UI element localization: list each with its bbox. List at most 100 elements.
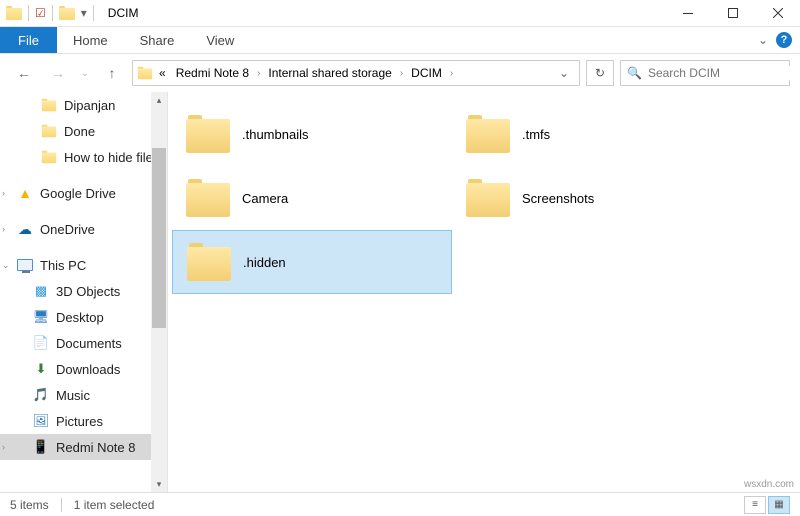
sidebar-item-done[interactable]: Done — [0, 118, 167, 144]
sidebar-item-label: How to hide files — [64, 150, 159, 165]
sidebar-item-label: Desktop — [56, 310, 104, 325]
navigation-pane[interactable]: Dipanjan Done How to hide files ›▲Google… — [0, 92, 168, 492]
breadcrumb[interactable]: Internal shared storage — [264, 66, 395, 80]
folder-icon — [187, 243, 231, 281]
folder-item-thumbnails[interactable]: .thumbnails — [172, 102, 452, 166]
tab-share[interactable]: Share — [124, 27, 191, 53]
separator — [61, 498, 62, 512]
breadcrumb-overflow[interactable]: « — [155, 66, 170, 80]
maximize-icon — [728, 8, 738, 18]
file-tab[interactable]: File — [0, 27, 57, 53]
status-bar: 5 items 1 item selected ≡ ▦ — [0, 492, 800, 516]
ribbon-right: ⌄ ? — [758, 27, 800, 53]
sidebar-item-label: OneDrive — [40, 222, 95, 237]
sidebar-item-documents[interactable]: 📄Documents — [0, 330, 167, 356]
items-view[interactable]: .thumbnails .tmfs Camera Screenshots .hi… — [168, 92, 800, 492]
chevron-right-icon[interactable]: › — [398, 68, 405, 79]
scroll-down-icon[interactable]: ▾ — [151, 476, 167, 492]
sidebar-item-label: Downloads — [56, 362, 120, 377]
navigation-row: ← → ⌄ ↑ « Redmi Note 8 › Internal shared… — [0, 54, 800, 92]
folder-icon — [186, 115, 230, 153]
folder-item-hidden[interactable]: .hidden — [172, 230, 452, 294]
sidebar-item-onedrive[interactable]: › ☁ OneDrive — [0, 216, 167, 242]
chevron-right-icon[interactable]: › — [255, 68, 262, 79]
status-selection: 1 item selected — [74, 498, 155, 512]
item-label: .thumbnails — [242, 127, 308, 142]
sidebar-item-3d-objects[interactable]: ▩3D Objects — [0, 278, 167, 304]
help-icon[interactable]: ? — [776, 32, 792, 48]
folder-item-screenshots[interactable]: Screenshots — [452, 166, 712, 230]
ribbon: File Home Share View ⌄ ? — [0, 27, 800, 54]
watermark: wsxdn.com — [744, 479, 794, 490]
refresh-button[interactable]: ↻ — [586, 60, 614, 86]
sidebar-item-music[interactable]: 🎵Music — [0, 382, 167, 408]
breadcrumb[interactable]: Redmi Note 8 — [172, 66, 253, 80]
folder-icon — [466, 115, 510, 153]
sidebar-item-pictures[interactable]: 🖼Pictures — [0, 408, 167, 434]
folder-item-camera[interactable]: Camera — [172, 166, 452, 230]
folder-item-tmfs[interactable]: .tmfs — [452, 102, 712, 166]
up-button[interactable]: ↑ — [98, 59, 126, 87]
folder-icon — [42, 99, 56, 112]
title-bar: ☑ ▾ DCIM — [0, 0, 800, 27]
folder-icon — [186, 179, 230, 217]
chevron-right-icon[interactable]: › — [448, 68, 455, 79]
minimize-icon — [683, 13, 693, 14]
expand-ribbon-icon[interactable]: ⌄ — [758, 33, 768, 47]
sidebar-item-label: Pictures — [56, 414, 103, 429]
pc-icon — [16, 256, 34, 274]
search-box[interactable]: 🔍 — [620, 60, 790, 86]
sidebar-item-label: Done — [64, 124, 95, 139]
address-bar[interactable]: « Redmi Note 8 › Internal shared storage… — [132, 60, 580, 86]
recent-locations-button[interactable]: ⌄ — [78, 59, 92, 87]
phone-icon: 📱 — [32, 438, 50, 456]
view-toggles: ≡ ▦ — [744, 496, 790, 514]
sidebar-item-label: This PC — [40, 258, 86, 273]
chevron-down-icon[interactable]: ⌄ — [2, 260, 10, 271]
minimize-button[interactable] — [665, 0, 710, 27]
sidebar-item-label: 3D Objects — [56, 284, 120, 299]
item-label: .tmfs — [522, 127, 550, 142]
sidebar-item-this-pc[interactable]: ⌄ This PC — [0, 252, 167, 278]
maximize-button[interactable] — [710, 0, 755, 27]
sidebar-item-redmi-note-8[interactable]: ›📱Redmi Note 8 — [0, 434, 167, 460]
separator — [52, 5, 53, 21]
back-button[interactable]: ← — [10, 59, 38, 87]
tab-view[interactable]: View — [190, 27, 250, 53]
sidebar-item-label: Documents — [56, 336, 122, 351]
folder-icon — [42, 125, 56, 138]
qat-dropdown-icon[interactable]: ▾ — [81, 6, 87, 20]
forward-button[interactable]: → — [44, 59, 72, 87]
sidebar-scrollbar[interactable]: ▴ ▾ — [151, 92, 167, 492]
breadcrumb[interactable]: DCIM — [407, 66, 446, 80]
sidebar-item-desktop[interactable]: 🖥Desktop — [0, 304, 167, 330]
sidebar-item-howto[interactable]: How to hide files — [0, 144, 167, 170]
separator — [93, 5, 94, 21]
large-icons-view-button[interactable]: ▦ — [768, 496, 790, 514]
downloads-icon: ⬇ — [32, 360, 50, 378]
sidebar-item-google-drive[interactable]: ›▲Google Drive — [0, 180, 167, 206]
chevron-right-icon[interactable]: › — [2, 442, 5, 452]
search-input[interactable] — [648, 66, 800, 80]
folder-icon — [466, 179, 510, 217]
scroll-up-icon[interactable]: ▴ — [151, 92, 167, 108]
item-label: .hidden — [243, 255, 286, 270]
properties-icon[interactable]: ☑ — [35, 6, 46, 20]
tab-home[interactable]: Home — [57, 27, 124, 53]
onedrive-icon: ☁ — [16, 220, 34, 238]
sidebar-item-downloads[interactable]: ⬇ Downloads — [0, 356, 167, 382]
chevron-right-icon[interactable]: › — [2, 188, 5, 198]
folder-icon — [42, 151, 56, 164]
app-folder-icon — [6, 6, 22, 20]
address-dropdown-icon[interactable]: ⌄ — [553, 66, 575, 80]
close-button[interactable] — [755, 0, 800, 27]
sidebar-item-label: Dipanjan — [64, 98, 115, 113]
close-icon — [773, 8, 783, 18]
new-folder-icon[interactable] — [59, 6, 75, 20]
scroll-thumb[interactable] — [152, 148, 166, 328]
details-view-button[interactable]: ≡ — [744, 496, 766, 514]
chevron-right-icon[interactable]: › — [2, 224, 5, 234]
sidebar-item-label: Music — [56, 388, 90, 403]
sidebar-item-dipanjan[interactable]: Dipanjan — [0, 92, 167, 118]
status-item-count: 5 items — [10, 498, 49, 512]
